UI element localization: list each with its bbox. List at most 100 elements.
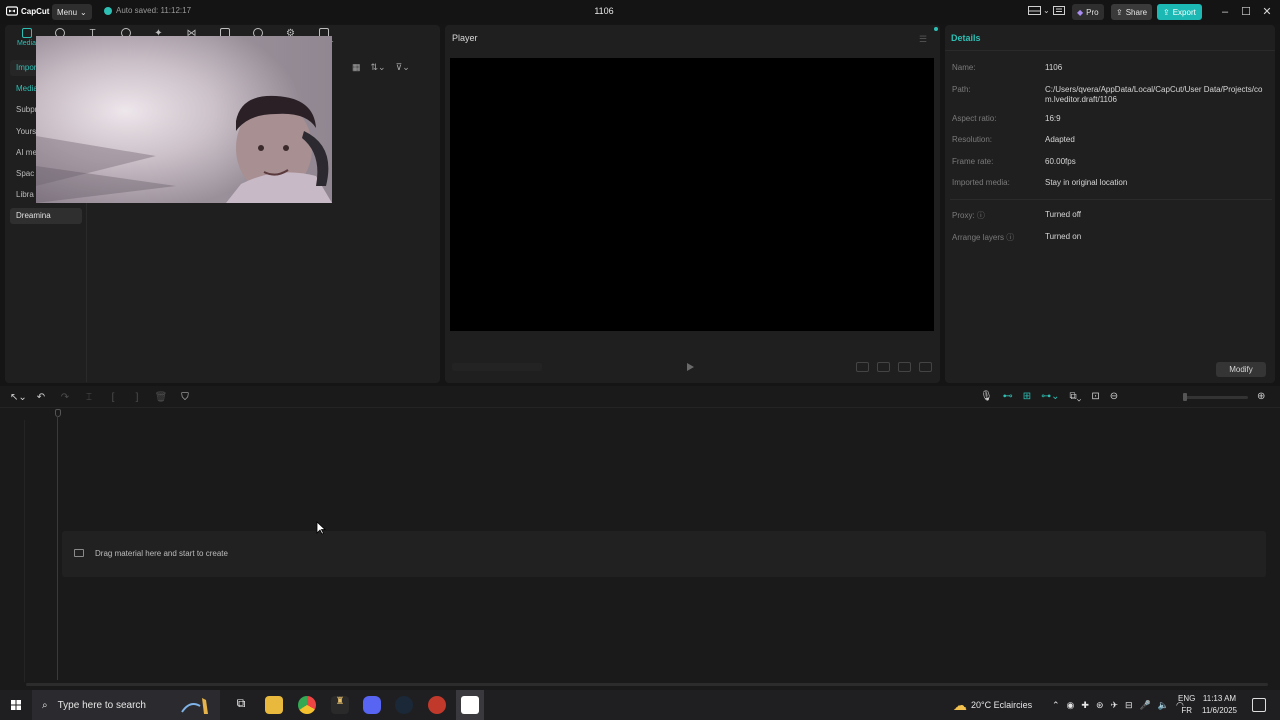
playhead-handle[interactable]	[55, 409, 61, 417]
main-track-magnet-icon[interactable]: ⊷	[1003, 391, 1013, 402]
redo-icon[interactable]: ↷	[58, 392, 72, 403]
zoom-slider-handle[interactable]	[1183, 393, 1187, 401]
menu-button[interactable]: Menu ⌄	[52, 4, 92, 20]
system-tray: ⌃ ◉ ✚ ⊛ ✈ ⊟ 🎤 🔈 ◠	[1052, 690, 1184, 720]
diamond-icon: ◆	[1077, 7, 1084, 17]
file-explorer-icon[interactable]	[265, 696, 283, 714]
proxy-label: Proxy:	[952, 211, 975, 220]
capcut-icon[interactable]	[461, 696, 479, 714]
gamepad-icon[interactable]: ⊛	[1096, 700, 1104, 711]
export-button[interactable]: ⇪ Export	[1157, 4, 1202, 20]
sidebar-item-dreamina[interactable]: Dreamina	[10, 208, 82, 225]
minimize-icon[interactable]: –	[1218, 5, 1232, 19]
detail-value[interactable]: Turned off	[1045, 210, 1270, 221]
capcut-logo: CapCut	[6, 6, 49, 16]
detail-value: 1106	[1045, 63, 1063, 72]
chevron-up-icon[interactable]: ⌃	[1052, 700, 1060, 711]
cloud-check-icon	[104, 6, 112, 15]
mouse-cursor-icon	[316, 521, 326, 535]
preview-axis-icon[interactable]: ⧉⌄	[1069, 391, 1081, 402]
detail-row-path: Path: C:/Users/qvera/AppData/Local/CapCu…	[952, 85, 1272, 105]
zoom-out-icon[interactable]: ⊖	[1110, 391, 1118, 402]
player-timecode	[452, 363, 542, 371]
player-tools	[856, 362, 932, 372]
details-divider	[945, 50, 1275, 51]
details-separator	[950, 199, 1272, 200]
input-language[interactable]: ENG FR	[1178, 693, 1195, 717]
app-name: CapCut	[21, 6, 50, 16]
tray-app-icon[interactable]: ◉	[1067, 700, 1075, 711]
play-icon[interactable]	[687, 363, 694, 371]
info-icon[interactable]: ⓘ	[1006, 233, 1014, 242]
undo-icon[interactable]: ↶	[34, 392, 48, 403]
share-label: Share	[1125, 7, 1148, 17]
shortcuts-icon[interactable]	[1053, 6, 1067, 18]
detail-value: 16:9	[1045, 114, 1061, 123]
webcam-overlay	[36, 36, 332, 203]
microphone-icon[interactable]: 🎙	[980, 391, 993, 402]
notifications-icon[interactable]	[1252, 698, 1266, 712]
zoom-in-icon[interactable]: ⊕	[1257, 391, 1265, 402]
linkage-icon[interactable]: ⊶⌄	[1041, 391, 1059, 402]
autosave-status: Auto saved: 11:12:17	[104, 6, 191, 15]
volume-icon[interactable]: 🔈	[1158, 700, 1169, 711]
weather-widget[interactable]: ☁ 20°C Eclaircies	[953, 690, 1032, 720]
ratio-icon[interactable]	[898, 362, 911, 372]
grid-view-icon[interactable]: ▦	[352, 62, 361, 73]
search-highlight-image	[180, 696, 216, 716]
weather-text: 20°C Eclaircies	[971, 700, 1033, 710]
shield-icon[interactable]: ⛉	[178, 392, 192, 403]
chrome-icon[interactable]	[298, 696, 316, 714]
timeline-left-tools: ↖⌄ ↶ ↷ ⌶ [ ] 🗑 ⛉	[10, 392, 192, 403]
share-button[interactable]: ⇪ Share	[1111, 4, 1153, 20]
taskbar-clock[interactable]: 11:13 AM 11/6/2025	[1202, 693, 1237, 717]
detail-label: Arrange layers ⓘ	[952, 232, 1045, 243]
info-icon[interactable]: ⓘ	[977, 211, 985, 220]
split-icon[interactable]: ⌶	[82, 392, 96, 403]
autosave-text: Auto saved: 11:12:17	[116, 6, 192, 15]
windows-start-button[interactable]	[0, 690, 32, 720]
main-track-drop-zone[interactable]	[62, 531, 1266, 577]
delete-icon[interactable]: 🗑	[154, 392, 168, 403]
playhead-line	[57, 416, 58, 680]
task-view-icon[interactable]: ⧉	[232, 696, 250, 714]
steam-icon[interactable]	[395, 696, 413, 714]
quality-icon[interactable]	[856, 362, 869, 372]
select-tool-icon[interactable]: ↖⌄	[10, 392, 27, 403]
details-title: Details	[951, 33, 981, 43]
detail-label: Name:	[952, 63, 976, 72]
timeline-scrollbar[interactable]	[26, 683, 1268, 686]
fit-timeline-icon[interactable]: ⊡	[1091, 391, 1099, 402]
fit-icon[interactable]	[877, 362, 890, 372]
tray-app-icon[interactable]: ✚	[1081, 700, 1089, 711]
usb-icon[interactable]: ⊟	[1125, 700, 1133, 711]
clock-date: 11/6/2025	[1202, 706, 1237, 715]
player-menu-icon[interactable]: ☰	[919, 34, 927, 45]
trim-right-icon[interactable]: ]	[130, 392, 144, 403]
maximize-icon[interactable]: ☐	[1239, 5, 1253, 19]
mic-icon[interactable]: 🎤	[1140, 700, 1151, 711]
search-icon: ⌕	[42, 699, 48, 711]
chevron-down-icon: ⌄	[80, 7, 87, 17]
tray-app-icon[interactable]: ✈	[1111, 700, 1119, 711]
recorder-icon[interactable]	[428, 696, 446, 714]
detail-value[interactable]: Turned on	[1045, 232, 1270, 243]
layout-icon[interactable]	[1028, 6, 1042, 18]
lang-top: ENG	[1178, 694, 1196, 703]
share-icon: ⇪	[1116, 7, 1123, 17]
zoom-slider[interactable]	[1184, 396, 1248, 399]
fullscreen-icon[interactable]	[919, 362, 932, 372]
close-icon[interactable]: ✕	[1260, 5, 1274, 19]
trim-left-icon[interactable]: [	[106, 392, 120, 403]
modify-button[interactable]: Modify	[1216, 362, 1266, 377]
app-icon[interactable]: ♜	[331, 696, 349, 714]
auto-snap-icon[interactable]: ⊞	[1023, 391, 1031, 402]
export-icon: ⇪	[1163, 7, 1170, 17]
pro-button[interactable]: ◆ Pro	[1072, 4, 1104, 20]
arrange-layers-label: Arrange layers	[952, 233, 1005, 242]
sort-icon[interactable]: ⇅⌄	[371, 62, 386, 73]
filter-dropdown-icon[interactable]: ⊽⌄	[396, 62, 410, 73]
discord-icon[interactable]	[363, 696, 381, 714]
notification-dot	[934, 27, 938, 31]
player-screen	[450, 58, 934, 331]
